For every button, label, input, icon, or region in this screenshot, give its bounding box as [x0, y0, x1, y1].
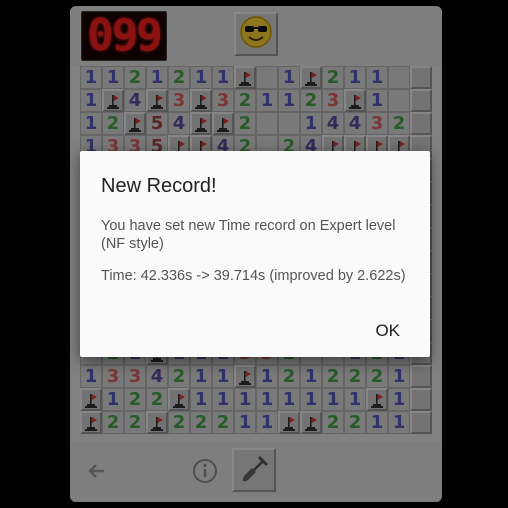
dialog-time-stats: Time: 42.336s -> 39.714s (improved by 2.…: [101, 268, 406, 284]
dialog-title: New Record!: [101, 175, 217, 197]
ok-button[interactable]: OK: [375, 321, 400, 341]
dialog-message: You have set new Time record on Expert l…: [101, 218, 396, 252]
new-record-dialog: New Record! You have set new Time record…: [80, 151, 430, 357]
